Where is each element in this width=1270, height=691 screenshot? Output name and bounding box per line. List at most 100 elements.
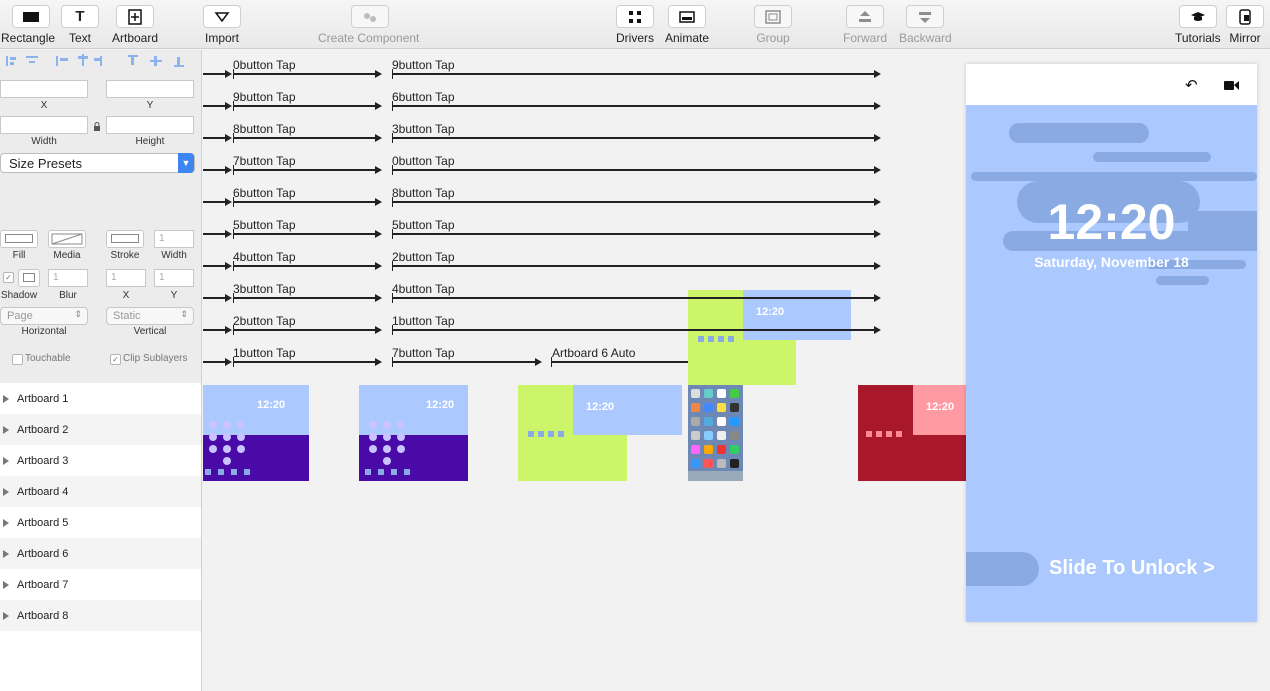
rectangle-tool[interactable]: Rectangle — [1, 5, 55, 45]
transition-line[interactable] — [392, 265, 874, 267]
alignment-icons[interactable] — [4, 53, 199, 73]
incoming-transition-line[interactable] — [203, 169, 225, 171]
stroke-swatch[interactable] — [106, 230, 144, 248]
artboard-thumb-6[interactable]: 12:20 — [858, 385, 966, 481]
transition-line[interactable] — [392, 201, 874, 203]
incoming-transition-line[interactable] — [203, 297, 225, 299]
transition-line[interactable] — [233, 265, 375, 267]
transition-line[interactable] — [392, 105, 874, 107]
height-input[interactable] — [106, 116, 194, 134]
slide-handle[interactable] — [966, 552, 1039, 586]
video-camera-icon[interactable] — [1224, 80, 1240, 91]
disclosure-triangle-icon[interactable] — [3, 611, 9, 620]
incoming-transition-line[interactable] — [203, 201, 225, 203]
tutorials-button[interactable]: Tutorials — [1175, 5, 1221, 45]
artboard-thumb-4[interactable]: 12:20 — [688, 290, 851, 385]
lock-icon[interactable] — [93, 122, 101, 131]
event-label[interactable]: 5button Tap — [233, 218, 296, 232]
event-label[interactable]: 9button Tap — [392, 58, 455, 72]
transition-line[interactable] — [233, 137, 375, 139]
event-label[interactable]: 7button Tap — [233, 154, 296, 168]
layer-row[interactable]: Artboard 7 — [0, 569, 201, 600]
shadow-color-swatch[interactable] — [18, 269, 40, 287]
transition-line[interactable] — [233, 169, 375, 171]
transition-line[interactable] — [392, 73, 874, 75]
event-label[interactable]: 9button Tap — [233, 90, 296, 104]
disclosure-triangle-icon[interactable] — [3, 518, 9, 527]
incoming-transition-line[interactable] — [203, 265, 225, 267]
slide-to-unlock[interactable]: Slide To Unlock > — [1049, 557, 1215, 580]
undo-icon[interactable]: ↶ — [1185, 76, 1198, 94]
mirror-button[interactable]: Mirror — [1226, 5, 1264, 45]
incoming-transition-line[interactable] — [203, 361, 225, 363]
layer-row[interactable]: Artboard 2 — [0, 414, 201, 445]
x-input[interactable] — [0, 80, 88, 98]
fill-swatch[interactable] — [0, 230, 38, 248]
event-label[interactable]: 8button Tap — [233, 122, 296, 136]
backward-button[interactable]: Backward — [899, 5, 952, 45]
transition-line[interactable] — [233, 297, 375, 299]
animate-button[interactable]: Animate — [665, 5, 709, 45]
event-label[interactable]: 5button Tap — [392, 218, 455, 232]
transition-line[interactable] — [392, 169, 874, 171]
artboard-thumb-5-homescreen[interactable] — [688, 385, 743, 481]
event-label[interactable]: 3button Tap — [233, 282, 296, 296]
incoming-transition-line[interactable] — [203, 137, 225, 139]
layer-row[interactable]: Artboard 6 — [0, 538, 201, 569]
event-label[interactable]: 0button Tap — [392, 154, 455, 168]
drivers-button[interactable]: Drivers — [616, 5, 654, 45]
layer-row[interactable]: Artboard 3 — [0, 445, 201, 476]
layer-row[interactable]: Artboard 1 — [0, 383, 201, 414]
auto-transition-label[interactable]: Artboard 6 Auto — [552, 346, 635, 360]
y-input[interactable] — [106, 80, 194, 98]
touchable-checkbox[interactable] — [12, 354, 23, 365]
transition-line[interactable] — [392, 297, 874, 299]
transition-line[interactable] — [392, 361, 535, 363]
layer-row[interactable]: Artboard 4 — [0, 476, 201, 507]
transition-line[interactable] — [233, 201, 375, 203]
disclosure-triangle-icon[interactable] — [3, 487, 9, 496]
device-preview[interactable]: ↶ 12:20 Saturday, November 18 Slide To U… — [966, 64, 1257, 622]
transition-line[interactable] — [233, 233, 375, 235]
event-label[interactable]: 1button Tap — [392, 314, 455, 328]
auto-transition-line[interactable] — [551, 361, 704, 363]
event-label[interactable]: 2button Tap — [392, 250, 455, 264]
event-label[interactable]: 0button Tap — [233, 58, 296, 72]
transition-line[interactable] — [233, 361, 375, 363]
event-label[interactable]: 8button Tap — [392, 186, 455, 200]
horizontal-select[interactable]: Page ⇕ — [0, 307, 88, 325]
layer-row[interactable]: Artboard 8 — [0, 600, 201, 631]
transition-line[interactable] — [392, 233, 874, 235]
incoming-transition-line[interactable] — [203, 73, 225, 75]
width-input[interactable] — [0, 116, 88, 134]
artboard-thumb-2[interactable]: 12:20 — [359, 385, 468, 481]
event-label[interactable]: 7button Tap — [392, 346, 455, 360]
event-label[interactable]: 4button Tap — [233, 250, 296, 264]
clip-sublayers-checkbox[interactable]: ✓ — [110, 354, 121, 365]
artboard-thumb-3[interactable]: 12:20 — [518, 385, 682, 481]
event-label[interactable]: 3button Tap — [392, 122, 455, 136]
incoming-transition-line[interactable] — [203, 105, 225, 107]
disclosure-triangle-icon[interactable] — [3, 394, 9, 403]
shadow-x-input[interactable]: 1 — [106, 269, 146, 287]
vertical-select[interactable]: Static ⇕ — [106, 307, 194, 325]
shadow-checkbox[interactable]: ✓ — [3, 272, 14, 283]
transition-line[interactable] — [392, 329, 874, 331]
incoming-transition-line[interactable] — [203, 329, 225, 331]
create-component-button[interactable]: Create Component — [318, 5, 419, 45]
lock-screen[interactable]: 12:20 Saturday, November 18 Slide To Unl… — [966, 105, 1257, 622]
transition-line[interactable] — [233, 73, 375, 75]
event-label[interactable]: 6button Tap — [233, 186, 296, 200]
blur-input[interactable]: 1 — [48, 269, 88, 287]
size-presets-select[interactable]: Size Presets ▼ — [0, 153, 195, 173]
incoming-transition-line[interactable] — [203, 233, 225, 235]
transition-line[interactable] — [233, 105, 375, 107]
event-label[interactable]: 1button Tap — [233, 346, 296, 360]
transition-line[interactable] — [233, 329, 375, 331]
group-button[interactable]: Group — [754, 5, 792, 45]
transition-line[interactable] — [392, 137, 874, 139]
text-tool[interactable]: T Text — [61, 5, 99, 45]
disclosure-triangle-icon[interactable] — [3, 456, 9, 465]
event-label[interactable]: 6button Tap — [392, 90, 455, 104]
artboard-thumb-1[interactable]: 12:20 — [203, 385, 309, 481]
